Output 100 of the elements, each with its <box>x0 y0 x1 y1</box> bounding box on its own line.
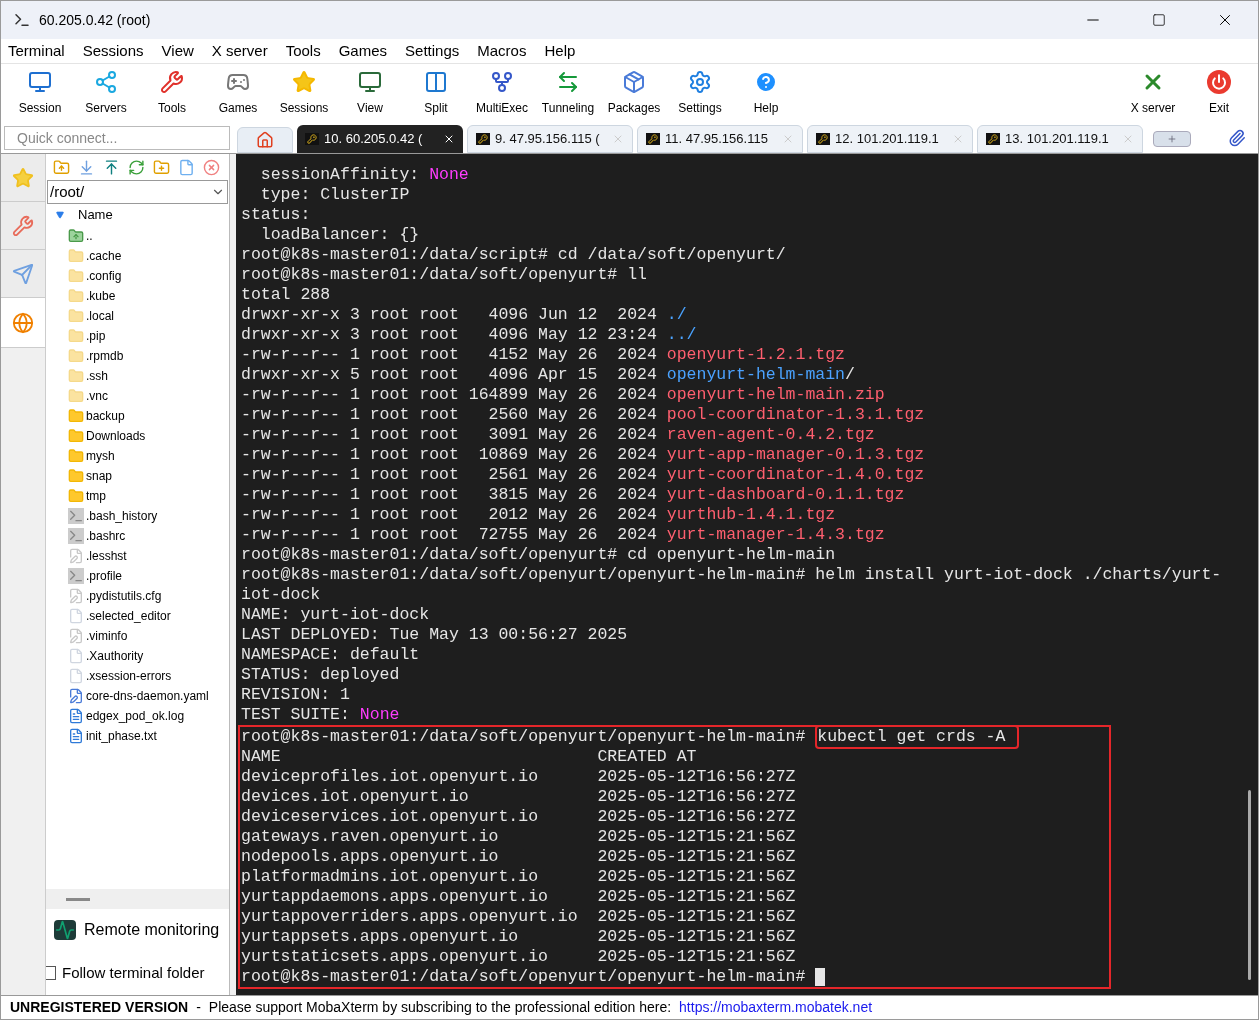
session-tab[interactable]: 10. 60.205.0.42 ( <box>297 125 463 153</box>
menu-item[interactable]: X server <box>211 39 268 63</box>
new-file-icon[interactable] <box>178 158 195 176</box>
key-icon <box>818 134 828 144</box>
follow-folder-checkbox[interactable]: Follow terminal folder <box>46 951 229 995</box>
toolbar-button[interactable]: View <box>337 70 403 117</box>
file-item[interactable]: .lesshst <box>46 546 229 566</box>
session-tab[interactable]: 12. 101.201.119.1 <box>807 125 973 153</box>
file-item[interactable]: tmp <box>46 486 229 506</box>
file-item[interactable]: mysh <box>46 446 229 466</box>
network-icon <box>94 70 118 94</box>
key-icon <box>648 134 658 144</box>
delete-icon[interactable] <box>203 158 220 176</box>
file-item[interactable]: edgex_pod_ok.log <box>46 706 229 726</box>
toolbar-button[interactable]: Packages <box>601 70 667 117</box>
file-item[interactable]: Downloads <box>46 426 229 446</box>
document-icon <box>68 728 84 744</box>
toolbar-button[interactable]: Exit <box>1186 70 1252 117</box>
folder-up-icon[interactable] <box>53 158 70 176</box>
file-item[interactable]: init_phase.txt <box>46 726 229 746</box>
toolbar-button[interactable]: Tunneling <box>535 70 601 117</box>
session-tab[interactable]: 13. 101.201.119.1 <box>977 125 1143 153</box>
file-item[interactable]: .rpmdb <box>46 346 229 366</box>
edited-file-icon <box>68 688 84 704</box>
file-item[interactable]: backup <box>46 406 229 426</box>
terminal-text: drwxr-xr-x 3 root root 4096 Jun 12 2024 <box>241 305 658 325</box>
session-tab[interactable]: 11. 47.95.156.115 <box>637 125 803 153</box>
session-tab[interactable]: 9. 47.95.156.115 ( <box>467 125 633 153</box>
toolbar-button[interactable]: Games <box>205 70 271 117</box>
side-tab[interactable] <box>1 154 45 202</box>
side-tab[interactable] <box>1 298 45 348</box>
terminal[interactable] <box>236 154 1258 995</box>
menu-item[interactable]: Tools <box>285 39 321 63</box>
path-field[interactable]: /root/ <box>47 180 228 204</box>
file-item[interactable]: snap <box>46 466 229 486</box>
toolbar-button[interactable]: Tools <box>139 70 205 117</box>
scrollbar-thumb[interactable] <box>1247 790 1251 980</box>
maximize-icon[interactable] <box>1152 13 1166 27</box>
new-folder-icon[interactable] <box>153 158 170 176</box>
file-item[interactable]: .bash_history <box>46 506 229 526</box>
column-header[interactable]: Name <box>78 205 113 225</box>
folder-icon <box>68 468 84 484</box>
file-item[interactable]: .ssh <box>46 366 229 386</box>
side-tab[interactable] <box>1 250 45 298</box>
side-tab[interactable] <box>1 202 45 250</box>
tab-label: 10. 60.205.0.42 ( <box>324 130 423 149</box>
file-item[interactable]: .selected_editor <box>46 606 229 626</box>
arrows-icon <box>556 70 580 94</box>
folder-icon <box>68 448 84 464</box>
file-item[interactable]: core-dns-daemon.yaml <box>46 686 229 706</box>
toolbar-button[interactable]: Settings <box>667 70 733 117</box>
terminal-text: -rw-r--r-- 1 root root 2560 May 26 2024 <box>241 405 658 425</box>
toolbar-button[interactable]: Help <box>733 70 799 117</box>
file-item[interactable]: .pip <box>46 326 229 346</box>
upload-icon[interactable] <box>103 158 120 176</box>
terminal-text: yurtappdaemons.apps.openyurt.io 2025-05-12T15:21:56Z <box>241 887 796 907</box>
file-item[interactable]: .Xauthority <box>46 646 229 666</box>
terminal-text: root@k8s-master01:/data/script# cd /data/soft/openyurt/ <box>241 245 786 265</box>
toolbar-button[interactable]: Servers <box>73 70 139 117</box>
menu-item[interactable]: Games <box>338 39 388 63</box>
file-item[interactable]: .cache <box>46 246 229 266</box>
menu-item[interactable]: View <box>161 39 194 63</box>
remote-monitoring-button[interactable]: Remote monitoring <box>84 918 220 942</box>
quick-connect-field[interactable]: Quick connect... <box>4 126 230 150</box>
file-item[interactable]: .config <box>46 266 229 286</box>
paperclip-icon[interactable] <box>1228 129 1246 147</box>
toolbar-button[interactable]: MultiExec <box>469 70 535 117</box>
download-icon[interactable] <box>78 158 95 176</box>
menu-item[interactable]: Macros <box>477 39 527 63</box>
terminal-text: / <box>845 365 855 385</box>
terminal-text: platformadmins.iot.openyurt.io 2025-05-12T15:21:56Z <box>241 867 796 887</box>
file-item[interactable]: .profile <box>46 566 229 586</box>
gears-icon <box>688 70 712 94</box>
terminal-text: -rw-r--r-- 1 root root 10869 May 26 2024 <box>241 445 658 465</box>
terminal-text: devices.iot.openyurt.io 2025-05-12T16:56:27Z <box>241 787 796 807</box>
toolbar-button[interactable]: Session <box>7 70 73 117</box>
sort-icon[interactable] <box>56 211 64 219</box>
new-tab-button[interactable] <box>1153 131 1191 147</box>
menu-item[interactable]: Sessions <box>82 39 144 63</box>
file-item[interactable]: .bashrc <box>46 526 229 546</box>
website-link[interactable]: https://mobaxterm.mobatek.net <box>679 997 873 1018</box>
refresh-icon[interactable] <box>128 158 145 176</box>
menu-item[interactable]: Settings <box>405 39 460 63</box>
file-item[interactable]: .viminfo <box>46 626 229 646</box>
file-item[interactable]: .xsession-errors <box>46 666 229 686</box>
archive-name: openyurt-1.2.1.tgz <box>666 345 845 365</box>
file-item[interactable]: .. <box>46 226 229 246</box>
home-tab[interactable] <box>237 127 293 153</box>
toolbar-button[interactable]: X server <box>1120 70 1186 117</box>
splitter-handle[interactable] <box>66 897 90 901</box>
close-tab-icon[interactable] <box>443 133 455 145</box>
toolbar-button[interactable]: Split <box>403 70 469 117</box>
file-item[interactable]: .kube <box>46 286 229 306</box>
menu-item[interactable]: Help <box>544 39 576 63</box>
toolbar-button[interactable]: Sessions <box>271 70 337 117</box>
file-item[interactable]: .vnc <box>46 386 229 406</box>
archive-name: yurt-manager-1.4.3.tgz <box>666 525 885 545</box>
file-item[interactable]: .local <box>46 306 229 326</box>
menu-item[interactable]: Terminal <box>8 39 65 63</box>
file-item[interactable]: .pydistutils.cfg <box>46 586 229 606</box>
